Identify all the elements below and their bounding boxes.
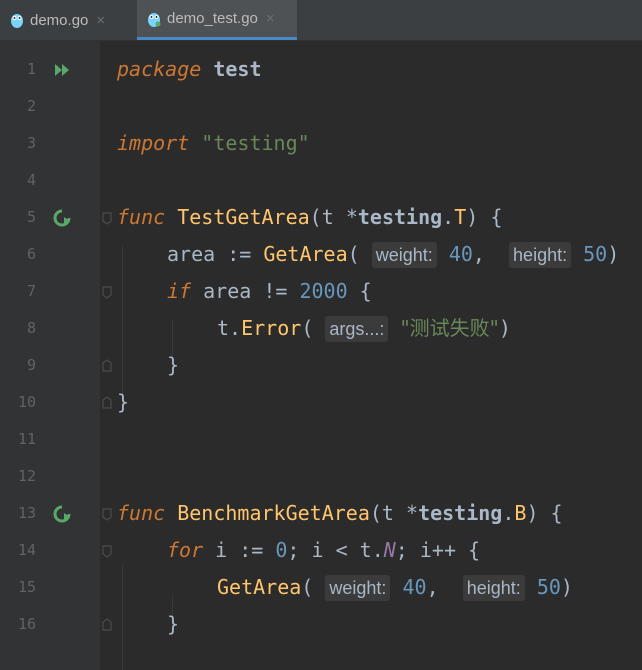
code-text: area := GetArea( weight: 40, height: 50) xyxy=(167,242,620,268)
code-line: 15 GetArea( weight: 40, height: 50) xyxy=(0,569,642,606)
line-number: 2 xyxy=(26,97,36,115)
parameter-hint: weight: xyxy=(371,242,437,268)
parameter-hint: args...: xyxy=(325,316,389,342)
code-line: 6 area := GetArea( weight: 40, height: 5… xyxy=(0,236,642,273)
code-text: } xyxy=(117,390,130,414)
code-line: 16 } xyxy=(0,606,642,643)
code-line: 14 for i := 0; i < t.N; i++ { xyxy=(0,532,642,569)
line-number: 13 xyxy=(17,504,36,522)
code-line: 1 package test xyxy=(0,51,642,88)
line-number: 4 xyxy=(26,171,36,189)
fold-end-icon[interactable] xyxy=(100,357,114,375)
run-benchmark-icon[interactable] xyxy=(52,504,72,524)
fold-marker-icon[interactable] xyxy=(100,209,114,227)
go-file-icon xyxy=(11,14,23,28)
code-text: } xyxy=(167,353,180,377)
line-number: 6 xyxy=(26,245,36,263)
line-number: 11 xyxy=(17,430,36,448)
code-text: } xyxy=(167,612,180,636)
parameter-hint: height: xyxy=(462,575,525,601)
code-line: 9 } xyxy=(0,347,642,384)
line-number: 15 xyxy=(17,578,36,596)
line-number: 12 xyxy=(17,467,36,485)
code-text: if area != 2000 { xyxy=(167,279,372,303)
line-number: 14 xyxy=(17,541,36,559)
line-number: 9 xyxy=(26,356,36,374)
close-icon[interactable]: × xyxy=(266,10,275,27)
tab-demo-test-go[interactable]: demo_test.go × xyxy=(137,0,297,40)
code-text: t.Error( args...: "测试失败") xyxy=(217,316,511,342)
parameter-hint: weight: xyxy=(325,575,391,601)
tab-label: demo_test.go xyxy=(167,10,258,27)
editor-tab-bar: demo.go × demo_test.go × xyxy=(0,0,642,41)
tab-demo-go[interactable]: demo.go × xyxy=(0,0,137,40)
code-text: func TestGetArea(t *testing.T) { xyxy=(117,205,503,229)
close-icon[interactable]: × xyxy=(96,12,105,29)
go-test-file-icon xyxy=(148,12,161,27)
fold-marker-icon[interactable] xyxy=(100,283,114,301)
line-number: 16 xyxy=(17,615,36,633)
code-line: 4 xyxy=(0,162,642,199)
code-line: 12 xyxy=(0,458,642,495)
code-text: for i := 0; i < t.N; i++ { xyxy=(167,538,481,562)
code-line: 5 func TestGetArea(t *testing.T) { xyxy=(0,199,642,236)
code-text: package test xyxy=(117,57,262,81)
run-test-icon[interactable] xyxy=(52,208,72,228)
parameter-hint: height: xyxy=(509,242,572,268)
code-line: 13 func BenchmarkGetArea(t *testing.B) { xyxy=(0,495,642,532)
fold-marker-icon[interactable] xyxy=(100,505,114,523)
code-line: 10 } xyxy=(0,384,642,421)
fold-marker-icon[interactable] xyxy=(100,542,114,560)
line-number: 5 xyxy=(26,208,36,226)
line-number: 10 xyxy=(17,393,36,411)
fold-end-icon[interactable] xyxy=(100,394,114,412)
tab-label: demo.go xyxy=(30,11,89,29)
line-number: 3 xyxy=(26,134,36,152)
fold-end-icon[interactable] xyxy=(100,616,114,634)
code-text: import "testing" xyxy=(117,131,310,155)
code-line: 7 if area != 2000 { xyxy=(0,273,642,310)
code-line: 11 xyxy=(0,421,642,458)
code-line: 3 import "testing" xyxy=(0,125,642,162)
code-text: GetArea( weight: 40, height: 50) xyxy=(217,575,573,601)
code-line: 8 t.Error( args...: "测试失败") xyxy=(0,310,642,347)
code-text: func BenchmarkGetArea(t *testing.B) { xyxy=(117,501,563,525)
code-line: 2 xyxy=(0,88,642,125)
run-package-icon[interactable] xyxy=(52,60,72,80)
line-number: 8 xyxy=(26,319,36,337)
line-number: 7 xyxy=(26,282,36,300)
line-number: 1 xyxy=(26,60,36,78)
